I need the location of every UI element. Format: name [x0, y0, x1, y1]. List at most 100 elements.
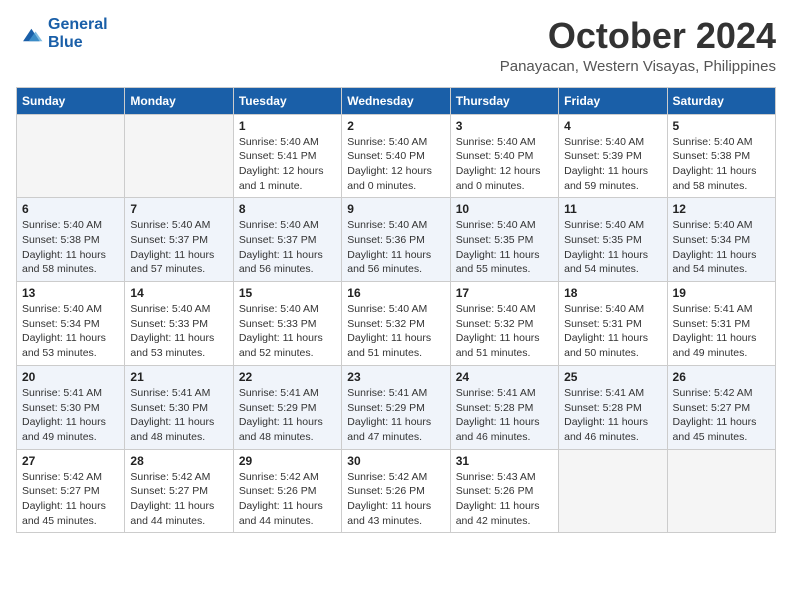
day-number: 28 [130, 454, 227, 468]
day-number: 18 [564, 286, 661, 300]
calendar-week-row: 1 Sunrise: 5:40 AMSunset: 5:41 PMDaylight… [17, 114, 776, 198]
logo-icon [16, 26, 44, 44]
day-info: Sunrise: 5:40 AMSunset: 5:38 PMDaylight:… [22, 218, 119, 277]
day-number: 9 [347, 202, 444, 216]
calendar-cell: 5 Sunrise: 5:40 AMSunset: 5:38 PMDaylight… [667, 114, 775, 198]
calendar-cell: 18Sunrise: 5:40 AMSunset: 5:31 PMDayligh… [559, 282, 667, 366]
day-number: 22 [239, 370, 336, 384]
day-info: Sunrise: 5:42 AMSunset: 5:26 PMDaylight:… [347, 470, 444, 529]
calendar-week-row: 13Sunrise: 5:40 AMSunset: 5:34 PMDayligh… [17, 282, 776, 366]
day-info: Sunrise: 5:42 AMSunset: 5:27 PMDaylight:… [22, 470, 119, 529]
calendar-cell: 26Sunrise: 5:42 AMSunset: 5:27 PMDayligh… [667, 365, 775, 449]
day-number: 13 [22, 286, 119, 300]
weekday-header-sunday: Sunday [17, 87, 125, 114]
day-info: Sunrise: 5:40 AMSunset: 5:33 PMDaylight:… [130, 302, 227, 361]
day-info: Sunrise: 5:41 AMSunset: 5:28 PMDaylight:… [564, 386, 661, 445]
weekday-header-tuesday: Tuesday [233, 87, 341, 114]
calendar-cell: 19 Sunrise: 5:41 AMSunset: 5:31 PMDayligh… [667, 282, 775, 366]
calendar-cell: 28 Sunrise: 5:42 AMSunset: 5:27 PMDayligh… [125, 449, 233, 533]
day-info: Sunrise: 5:40 AMSunset: 5:38 PMDaylight:… [673, 135, 770, 194]
day-number: 21 [130, 370, 227, 384]
weekday-header-wednesday: Wednesday [342, 87, 450, 114]
calendar-table: SundayMondayTuesdayWednesdayThursdayFrid… [16, 87, 776, 534]
page-header: General Blue October 2024 Panayacan, Wes… [16, 16, 776, 75]
day-info: Sunrise: 5:41 AMSunset: 5:30 PMDaylight:… [22, 386, 119, 445]
calendar-cell: 29 Sunrise: 5:42 AMSunset: 5:26 PMDayligh… [233, 449, 341, 533]
day-number: 1 [239, 119, 336, 133]
calendar-cell [125, 114, 233, 198]
day-number: 27 [22, 454, 119, 468]
calendar-cell: 10 Sunrise: 5:40 AMSunset: 5:35 PMDayligh… [450, 198, 558, 282]
day-info: Sunrise: 5:40 AMSunset: 5:37 PMDaylight:… [130, 218, 227, 277]
day-number: 24 [456, 370, 553, 384]
day-number: 31 [456, 454, 553, 468]
day-info: Sunrise: 5:41 AMSunset: 5:29 PMDaylight:… [347, 386, 444, 445]
calendar-cell: 8Sunrise: 5:40 AMSunset: 5:37 PMDaylight… [233, 198, 341, 282]
calendar-cell: 6 Sunrise: 5:40 AMSunset: 5:38 PMDaylight… [17, 198, 125, 282]
day-number: 6 [22, 202, 119, 216]
day-number: 25 [564, 370, 661, 384]
day-info: Sunrise: 5:40 AMSunset: 5:39 PMDaylight:… [564, 135, 661, 194]
day-number: 2 [347, 119, 444, 133]
day-info: Sunrise: 5:40 AMSunset: 5:33 PMDaylight:… [239, 302, 336, 361]
calendar-week-row: 6 Sunrise: 5:40 AMSunset: 5:38 PMDaylight… [17, 198, 776, 282]
calendar-cell: 3Sunrise: 5:40 AMSunset: 5:40 PMDaylight… [450, 114, 558, 198]
calendar-cell: 20 Sunrise: 5:41 AMSunset: 5:30 PMDayligh… [17, 365, 125, 449]
calendar-cell: 24Sunrise: 5:41 AMSunset: 5:28 PMDayligh… [450, 365, 558, 449]
calendar-cell: 14 Sunrise: 5:40 AMSunset: 5:33 PMDayligh… [125, 282, 233, 366]
month-title: October 2024 [500, 16, 776, 56]
day-number: 29 [239, 454, 336, 468]
logo-line1: General [48, 16, 108, 33]
day-info: Sunrise: 5:40 AMSunset: 5:37 PMDaylight:… [239, 218, 336, 277]
day-info: Sunrise: 5:40 AMSunset: 5:32 PMDaylight:… [347, 302, 444, 361]
calendar-header-row: SundayMondayTuesdayWednesdayThursdayFrid… [17, 87, 776, 114]
day-info: Sunrise: 5:43 AMSunset: 5:26 PMDaylight:… [456, 470, 553, 529]
calendar-cell: 2Sunrise: 5:40 AMSunset: 5:40 PMDaylight… [342, 114, 450, 198]
calendar-cell: 30Sunrise: 5:42 AMSunset: 5:26 PMDayligh… [342, 449, 450, 533]
day-number: 11 [564, 202, 661, 216]
day-info: Sunrise: 5:40 AMSunset: 5:35 PMDaylight:… [564, 218, 661, 277]
calendar-cell: 23Sunrise: 5:41 AMSunset: 5:29 PMDayligh… [342, 365, 450, 449]
calendar-week-row: 27 Sunrise: 5:42 AMSunset: 5:27 PMDayligh… [17, 449, 776, 533]
weekday-header-thursday: Thursday [450, 87, 558, 114]
weekday-header-saturday: Saturday [667, 87, 775, 114]
logo: General Blue [16, 16, 108, 51]
calendar-cell: 27 Sunrise: 5:42 AMSunset: 5:27 PMDayligh… [17, 449, 125, 533]
day-number: 17 [456, 286, 553, 300]
day-number: 19 [673, 286, 770, 300]
calendar-cell: 9Sunrise: 5:40 AMSunset: 5:36 PMDaylight… [342, 198, 450, 282]
day-number: 15 [239, 286, 336, 300]
day-info: Sunrise: 5:40 AMSunset: 5:35 PMDaylight:… [456, 218, 553, 277]
calendar-cell [667, 449, 775, 533]
calendar-cell [17, 114, 125, 198]
day-number: 4 [564, 119, 661, 133]
calendar-cell: 1 Sunrise: 5:40 AMSunset: 5:41 PMDaylight… [233, 114, 341, 198]
calendar-cell [559, 449, 667, 533]
day-number: 5 [673, 119, 770, 133]
day-number: 26 [673, 370, 770, 384]
calendar-week-row: 20 Sunrise: 5:41 AMSunset: 5:30 PMDayligh… [17, 365, 776, 449]
title-block: October 2024 Panayacan, Western Visayas,… [500, 16, 776, 75]
calendar-cell: 21Sunrise: 5:41 AMSunset: 5:30 PMDayligh… [125, 365, 233, 449]
day-info: Sunrise: 5:41 AMSunset: 5:31 PMDaylight:… [673, 302, 770, 361]
weekday-header-monday: Monday [125, 87, 233, 114]
day-number: 16 [347, 286, 444, 300]
day-info: Sunrise: 5:40 AMSunset: 5:41 PMDaylight:… [239, 135, 336, 194]
calendar-cell: 22 Sunrise: 5:41 AMSunset: 5:29 PMDayligh… [233, 365, 341, 449]
calendar-cell: 17 Sunrise: 5:40 AMSunset: 5:32 PMDayligh… [450, 282, 558, 366]
day-info: Sunrise: 5:42 AMSunset: 5:27 PMDaylight:… [130, 470, 227, 529]
calendar-cell: 11 Sunrise: 5:40 AMSunset: 5:35 PMDayligh… [559, 198, 667, 282]
calendar-cell: 12Sunrise: 5:40 AMSunset: 5:34 PMDayligh… [667, 198, 775, 282]
logo-line2: Blue [48, 34, 83, 51]
day-info: Sunrise: 5:42 AMSunset: 5:26 PMDaylight:… [239, 470, 336, 529]
calendar-cell: 7Sunrise: 5:40 AMSunset: 5:37 PMDaylight… [125, 198, 233, 282]
day-info: Sunrise: 5:41 AMSunset: 5:29 PMDaylight:… [239, 386, 336, 445]
day-number: 14 [130, 286, 227, 300]
calendar-cell: 25 Sunrise: 5:41 AMSunset: 5:28 PMDayligh… [559, 365, 667, 449]
day-info: Sunrise: 5:40 AMSunset: 5:32 PMDaylight:… [456, 302, 553, 361]
day-number: 10 [456, 202, 553, 216]
calendar-cell: 4 Sunrise: 5:40 AMSunset: 5:39 PMDaylight… [559, 114, 667, 198]
day-number: 20 [22, 370, 119, 384]
logo-text: General Blue [48, 16, 108, 51]
day-number: 12 [673, 202, 770, 216]
